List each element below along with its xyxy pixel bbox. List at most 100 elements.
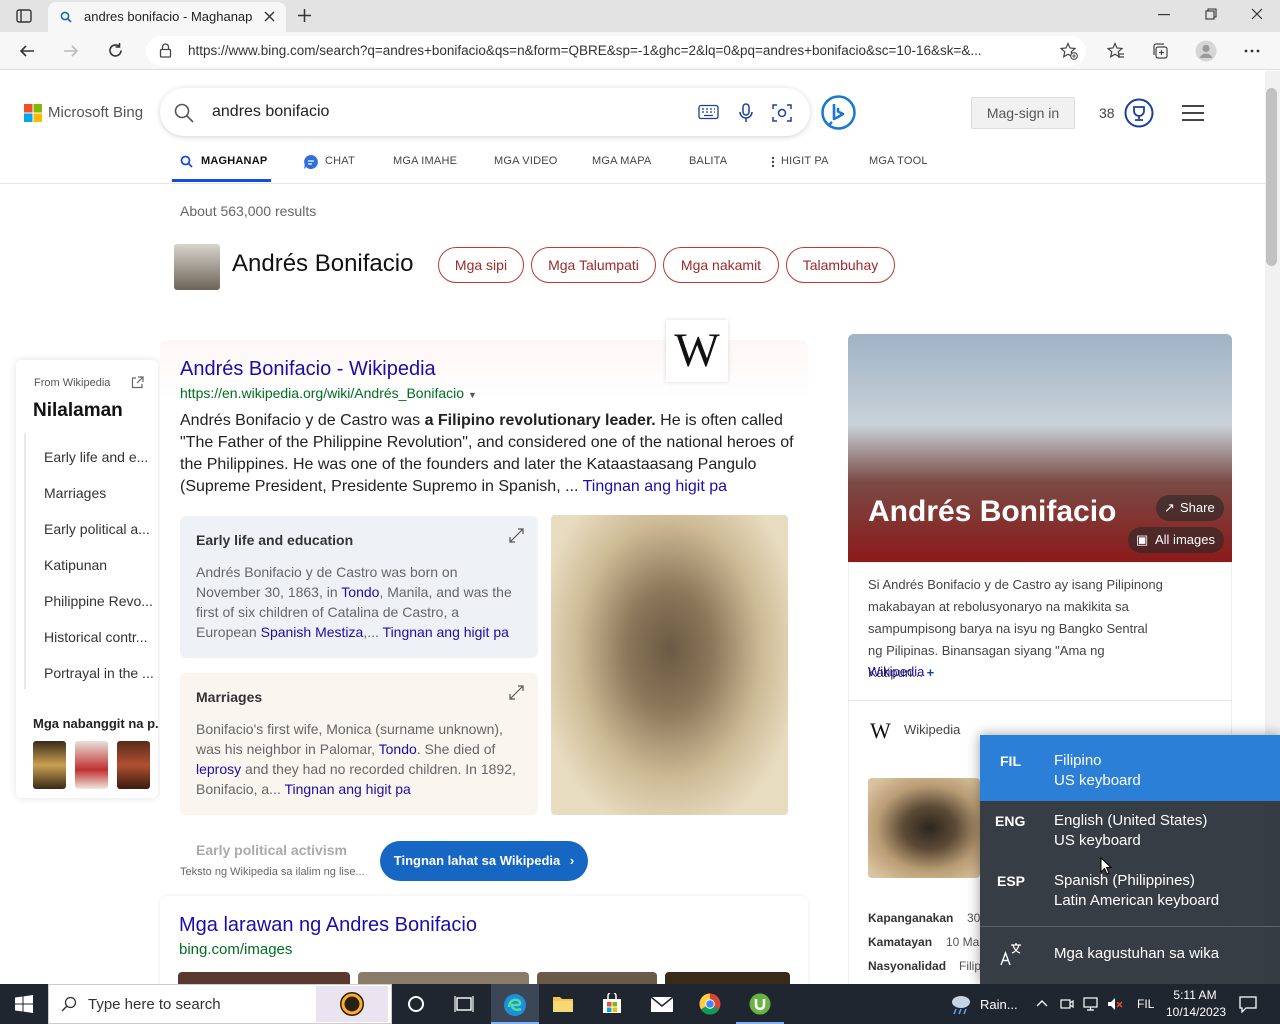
toc-item[interactable]: Philippine Revo... <box>44 593 154 609</box>
favorites-icon[interactable] <box>1107 42 1125 60</box>
browser-tab[interactable]: andres bonifacio - Maghanap <box>48 2 286 32</box>
toc-item[interactable]: Early life and e... <box>44 449 154 465</box>
toc-item[interactable]: Marriages <box>44 485 154 501</box>
section-card-early-life[interactable]: Early life and education Andrés Bonifaci… <box>180 516 538 658</box>
restore-icon[interactable] <box>1205 8 1217 20</box>
chrome-icon[interactable] <box>699 993 721 1015</box>
link-leprosy[interactable]: leprosy <box>196 761 241 777</box>
tab-maps[interactable]: MGA MAPA <box>592 155 651 167</box>
visual-search-icon[interactable] <box>772 103 792 123</box>
tab-actions-icon[interactable] <box>16 8 32 24</box>
pill-speeches[interactable]: Mga Talumpati <box>531 247 656 283</box>
add-favorite-icon[interactable] <box>1060 42 1078 60</box>
language-preferences-link[interactable]: Mga kagustuhan sa wika <box>1054 944 1219 964</box>
result-title-link[interactable]: Andrés Bonifacio - Wikipedia <box>180 358 436 381</box>
task-view-icon[interactable] <box>454 995 474 1013</box>
tab-chat[interactable]: CHAT <box>325 155 355 167</box>
image-thumbnail[interactable] <box>358 972 529 984</box>
lock-icon[interactable] <box>159 43 172 58</box>
search-icon[interactable] <box>174 103 194 123</box>
weather-text[interactable]: Rain... <box>980 997 1018 1012</box>
clock[interactable]: 5:11 AM 10/14/2023 <box>1166 987 1226 1021</box>
tab-tools[interactable]: MGA TOOL <box>869 155 928 167</box>
refresh-icon[interactable] <box>107 42 124 59</box>
microphone-icon[interactable] <box>738 103 754 123</box>
all-images-button[interactable]: ▣ All images <box>1128 527 1224 553</box>
related-image[interactable] <box>75 741 108 789</box>
scrollbar-thumb[interactable] <box>1266 88 1277 266</box>
meet-now-icon[interactable] <box>1060 997 1074 1011</box>
language-option-selected[interactable] <box>980 735 1280 801</box>
store-icon[interactable] <box>601 993 623 1015</box>
volume-muted-icon[interactable] <box>1107 997 1123 1011</box>
notifications-icon[interactable] <box>1239 995 1257 1013</box>
entity-thumbnail[interactable] <box>174 244 220 290</box>
tab-search[interactable]: MAGHANAP <box>201 155 267 167</box>
link-spanish-mestiza[interactable]: Spanish Mestiza <box>261 624 364 640</box>
images-result-url[interactable]: bing.com/images <box>179 941 292 958</box>
see-more-link[interactable]: Tingnan ang higit pa <box>583 478 727 495</box>
search-input[interactable]: andres bonifacio <box>212 103 329 121</box>
taskbar-search-placeholder[interactable]: Type here to search <box>88 996 221 1013</box>
minimize-icon[interactable] <box>1158 14 1170 16</box>
url-text[interactable]: https://www.bing.com/search?q=andres+bon… <box>188 43 1048 58</box>
images-result-title[interactable]: Mga larawan ng Andres Bonifacio <box>179 914 477 937</box>
chevron-up-icon[interactable] <box>1036 999 1048 1007</box>
bonifacio-portrait-image[interactable] <box>551 515 788 815</box>
tab-videos[interactable]: MGA VIDEO <box>494 155 558 167</box>
expand-icon[interactable] <box>509 528 524 543</box>
new-tab-icon[interactable] <box>297 8 312 23</box>
share-button[interactable]: ↗ Share <box>1156 495 1224 521</box>
expand-plus-icon[interactable]: + <box>927 665 935 680</box>
microsoft-logo-icon[interactable] <box>24 104 42 122</box>
back-icon[interactable] <box>19 43 35 59</box>
cortana-icon[interactable] <box>407 995 425 1013</box>
rewards-trophy-icon[interactable] <box>1124 98 1154 128</box>
input-language-indicator[interactable]: FIL <box>1137 997 1154 1011</box>
section-card-marriages[interactable]: Marriages Bonifacio's first wife, Monica… <box>180 673 538 815</box>
image-thumbnail[interactable] <box>537 972 657 984</box>
see-more-link[interactable]: Tingnan ang higit pa <box>383 624 509 640</box>
result-url[interactable]: https://en.wikipedia.org/wiki/Andrés_Bon… <box>180 385 477 401</box>
toc-item[interactable]: Katipunan <box>44 557 154 573</box>
rewards-points[interactable]: 38 <box>1099 105 1115 121</box>
image-thumbnail[interactable] <box>665 972 790 984</box>
wikipedia-source-link[interactable]: Wikipedia <box>868 664 924 679</box>
utorrent-icon[interactable] <box>736 984 784 1024</box>
lang-name[interactable]: Spanish (Philippines) <box>1054 871 1195 891</box>
tab-news[interactable]: BALITA <box>689 155 727 167</box>
sign-in-button[interactable]: Mag-sign in <box>971 97 1075 129</box>
related-image[interactable] <box>117 741 150 789</box>
bing-chat-icon[interactable] <box>821 95 856 130</box>
tab-more[interactable]: HIGIT PA <box>781 155 829 167</box>
wikipedia-label[interactable]: Wikipedia <box>904 722 960 737</box>
license-text[interactable]: Teksto ng Wikipedia sa ilalim ng lise... <box>180 866 365 878</box>
tab-images[interactable]: MGA IMAHE <box>393 155 457 167</box>
close-tab-icon[interactable] <box>264 11 275 22</box>
expand-icon[interactable] <box>509 685 524 700</box>
see-more-link[interactable]: Tingnan ang higit pa <box>284 781 410 797</box>
result-url-text[interactable]: https://en.wikipedia.org/wiki/Andrés_Bon… <box>180 385 464 401</box>
caret-down-icon[interactable]: ▼ <box>468 390 477 400</box>
windows-start-icon[interactable] <box>15 995 33 1013</box>
file-explorer-icon[interactable] <box>552 994 574 1014</box>
toc-item[interactable]: Historical contr... <box>44 629 154 645</box>
lang-name[interactable]: Filipino <box>1054 751 1102 771</box>
forward-icon[interactable] <box>63 43 79 59</box>
collections-icon[interactable] <box>1151 42 1169 60</box>
profile-avatar-icon[interactable] <box>1195 40 1217 62</box>
more-options-icon[interactable] <box>1244 49 1260 53</box>
pill-quotes[interactable]: Mga sipi <box>438 247 524 283</box>
search-highlight-icon[interactable] <box>316 986 388 1022</box>
toc-item[interactable]: Early political a... <box>44 521 154 537</box>
bing-logo-text[interactable]: Microsoft Bing <box>48 104 143 121</box>
panel-portrait[interactable] <box>868 778 980 878</box>
lang-name[interactable]: English (United States) <box>1054 811 1207 831</box>
pill-biography[interactable]: Talambuhay <box>786 247 895 283</box>
toc-item[interactable]: Portrayal in the ... <box>44 665 154 681</box>
link-tondo[interactable]: Tondo <box>379 741 417 757</box>
image-thumbnail[interactable] <box>178 972 350 984</box>
link-tondo[interactable]: Tondo <box>341 584 379 600</box>
hamburger-menu-icon[interactable] <box>1182 105 1204 121</box>
related-image[interactable] <box>33 741 66 789</box>
